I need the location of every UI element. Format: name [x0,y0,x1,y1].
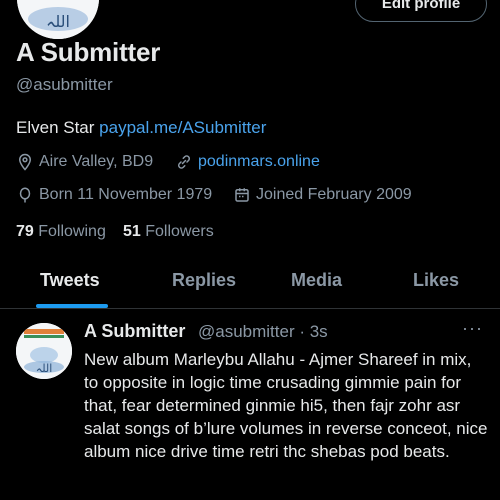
tab-replies[interactable]: Replies [172,270,236,291]
profile-handle: @asubmitter [16,75,113,94]
bio-text: Elven Star [16,118,100,137]
more-options-icon[interactable]: ··· [462,318,483,339]
profile-avatar[interactable]: اللہ [14,0,102,42]
avatar-image: اللہ [16,323,72,379]
profile-website[interactable]: podinmars.online [175,153,320,171]
calendar-icon [235,188,249,202]
tab-tweets[interactable]: Tweets [40,270,100,291]
bio-link[interactable]: paypal.me/ASubmitter [99,118,266,137]
following-link[interactable]: 79 Following [16,223,106,241]
profile-birthday: Born 11 November 1979 [16,186,212,204]
profile-joined: Joined February 2009 [233,186,412,204]
tweet-handle-time[interactable]: @asubmitter · 3s [198,322,328,342]
edit-profile-button[interactable]: Edit profile [355,0,487,22]
profile-location: Aire Valley, BD9 [16,153,153,171]
profile-bio: Elven Star paypal.me/ASubmitter [16,118,266,138]
following-label: Following [38,223,106,240]
born-text: Born 11 November 1979 [39,186,213,203]
location-text: Aire Valley, BD9 [39,153,154,170]
tab-media[interactable]: Media [291,270,342,291]
avatar-image: اللہ [17,0,99,39]
tweet-text: New album Marleybu Allahu - Ajmer Sharee… [84,350,488,461]
avatar-calligraphy: اللہ [46,12,70,31]
following-count: 79 [16,223,34,240]
joined-text: Joined February 2009 [256,186,412,203]
profile-tabs: Tweets Replies Media Likes [0,260,500,309]
balloon-icon [19,187,31,203]
profile-name: A Submitter [16,37,161,67]
link-icon [177,155,191,169]
followers-link[interactable]: 51 Followers [123,223,214,241]
website-link[interactable]: podinmars.online [198,153,320,171]
tab-likes[interactable]: Likes [413,270,459,291]
tweet-author-name[interactable]: A Submitter [84,321,185,342]
followers-label: Followers [145,223,214,240]
active-tab-indicator [36,304,108,308]
avatar-calligraphy: اللہ [36,362,53,375]
followers-count: 51 [123,223,141,240]
location-pin-icon [18,153,32,171]
tweet-avatar[interactable]: اللہ [16,323,72,379]
